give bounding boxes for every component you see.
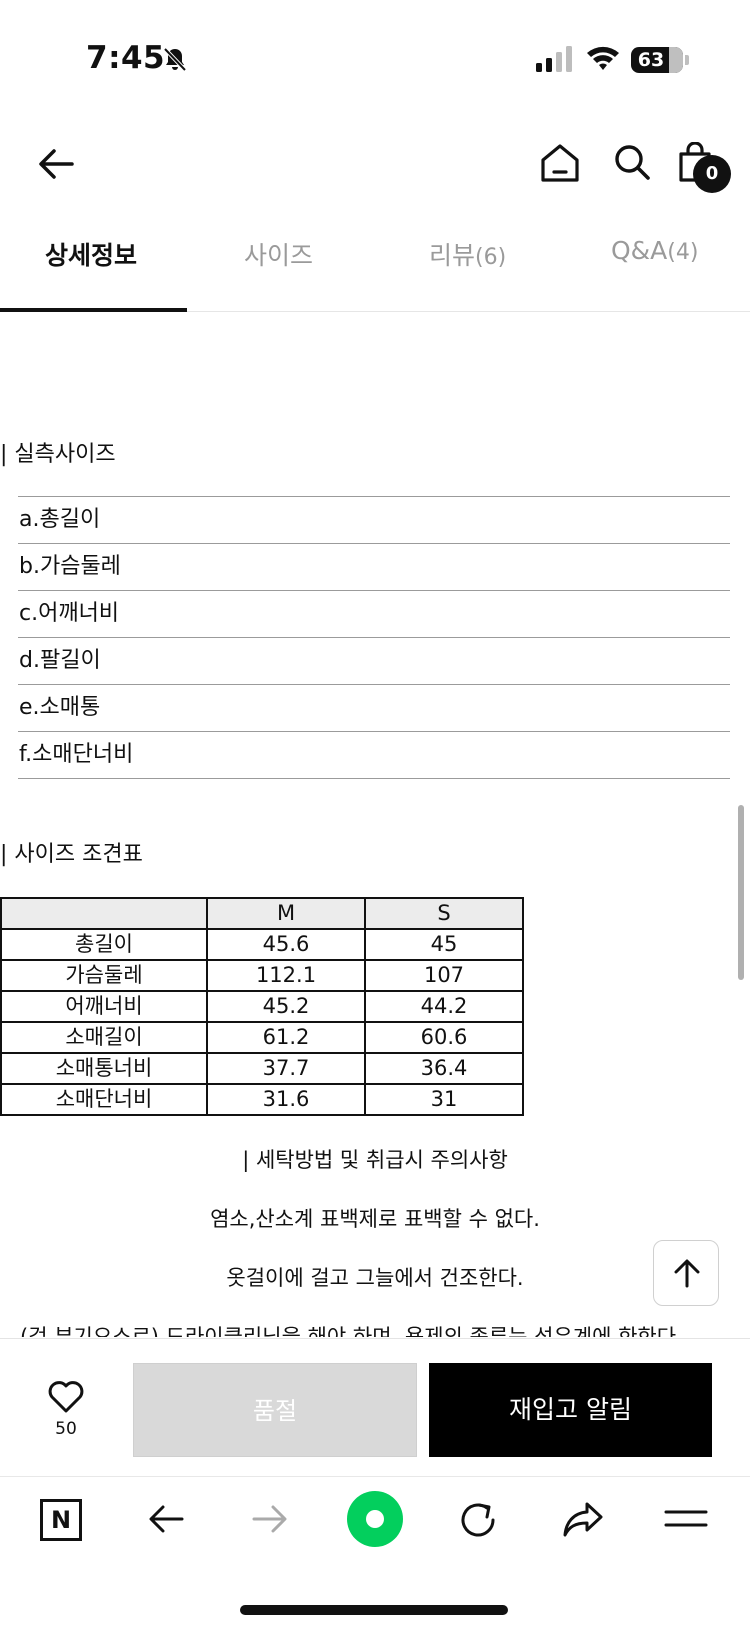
tab-label: Q&A — [611, 236, 668, 265]
list-item: e.소매통 — [18, 685, 730, 732]
wifi-icon — [587, 46, 619, 70]
table-row: 소매통너비 37.7 36.4 — [0, 1052, 524, 1085]
size-table-title: | 사이즈 조견표 — [0, 842, 143, 867]
table-row: 소매길이 61.2 60.6 — [0, 1021, 524, 1054]
home-icon[interactable] — [539, 142, 581, 184]
size-table: M S 총길이 45.6 45 가슴둘레 112.1 107 어깨너비 45.2… — [0, 897, 524, 1116]
arrow-up-icon — [674, 1259, 700, 1288]
refresh-icon[interactable] — [457, 1499, 499, 1541]
table-cell: 112.1 — [206, 959, 366, 992]
soldout-button[interactable]: 품절 — [133, 1363, 417, 1457]
detail-tabs: 상세정보 사이즈 리뷰(6) Q&A(4) — [0, 222, 750, 312]
tab-label: 상세정보 — [45, 241, 138, 270]
table-row: 가슴둘레 112.1 107 — [0, 959, 524, 992]
forward-arrow-icon[interactable] — [250, 1499, 290, 1539]
table-cell: 소매통너비 — [0, 1052, 208, 1085]
active-tab-indicator — [0, 308, 187, 312]
back-arrow-icon[interactable] — [146, 1499, 186, 1539]
table-cell: 어깨너비 — [0, 990, 208, 1023]
care-line: 염소,산소계 표백제로 표백할 수 없다. — [210, 1207, 540, 1231]
table-cell: 107 — [364, 959, 524, 992]
table-cell: 44.2 — [364, 990, 524, 1023]
table-cell: 총길이 — [0, 928, 208, 961]
list-item: a.총길이 — [18, 497, 730, 544]
table-cell: 45.2 — [206, 990, 366, 1023]
naver-n-button[interactable]: N — [40, 1499, 82, 1541]
browser-toolbar: N — [0, 1476, 750, 1630]
care-line: 옷걸이에 걸고 그늘에서 건조한다. — [226, 1266, 524, 1290]
share-icon[interactable] — [561, 1499, 605, 1539]
heart-icon[interactable] — [48, 1381, 84, 1413]
table-header-row: M S — [0, 897, 524, 930]
table-header-cell: M — [206, 897, 366, 930]
bell-muted-icon — [163, 47, 187, 72]
scrollbar[interactable] — [738, 805, 744, 980]
purchase-action-bar: 50 품절 재입고 알림 — [0, 1338, 750, 1476]
list-item: d.팔길이 — [18, 638, 730, 685]
measurements-title: | 실측사이즈 — [0, 442, 116, 467]
table-header-cell — [0, 897, 208, 930]
restock-alert-button[interactable]: 재입고 알림 — [429, 1363, 712, 1457]
care-line-partial: (겉 부기요소로) 드라이클리닝을 해야 하며, 용제의 종류는 석유계에 한한… — [0, 1315, 750, 1337]
list-item: c.어깨너비 — [18, 591, 730, 638]
table-row: 어깨너비 45.2 44.2 — [0, 990, 524, 1023]
list-item: f.소매단너비 — [18, 732, 730, 779]
status-bar: 7:45 63 — [0, 0, 750, 120]
tab-size[interactable]: 사이즈 — [244, 236, 313, 272]
cart-count-badge: 0 — [693, 155, 731, 193]
signal-icon — [536, 46, 572, 72]
table-cell: 소매길이 — [0, 1021, 208, 1054]
battery-icon: 63 — [631, 47, 683, 73]
tab-count: (6) — [475, 245, 507, 270]
table-cell: 가슴둘레 — [0, 959, 208, 992]
table-cell: 31 — [364, 1083, 524, 1116]
tab-review[interactable]: 리뷰(6) — [429, 236, 506, 272]
tab-count: (4) — [667, 240, 699, 265]
scroll-to-top-button[interactable] — [653, 1240, 719, 1306]
table-cell: 36.4 — [364, 1052, 524, 1085]
table-cell: 소매단너비 — [0, 1083, 208, 1116]
table-cell: 60.6 — [364, 1021, 524, 1054]
back-arrow-icon[interactable] — [36, 146, 76, 182]
table-cell: 45 — [364, 928, 524, 961]
tab-detail-info[interactable]: 상세정보 — [45, 236, 137, 272]
care-title: | 세탁방법 및 취급시 주의사항 — [242, 1148, 508, 1172]
table-cell: 31.6 — [206, 1083, 366, 1116]
status-time: 7:45 — [86, 40, 166, 76]
menu-icon[interactable] — [664, 1499, 708, 1539]
battery-level: 63 — [637, 49, 665, 71]
table-cell: 45.6 — [206, 928, 366, 961]
table-row: 소매단너비 31.6 31 — [0, 1083, 524, 1116]
table-cell: 37.7 — [206, 1052, 366, 1085]
table-cell: 61.2 — [206, 1021, 366, 1054]
green-dot-icon[interactable] — [347, 1491, 403, 1547]
tab-qna[interactable]: Q&A(4) — [611, 236, 698, 265]
list-item: b.가슴둘레 — [18, 544, 730, 591]
tab-label: 리뷰 — [429, 241, 476, 270]
table-row: 총길이 45.6 45 — [0, 928, 524, 961]
care-line: (겉 부기요소로) 드라이클리닝을 해야 하며, 용제의 종류는 석유계에 한한… — [20, 1325, 677, 1337]
search-icon[interactable] — [612, 142, 652, 182]
home-indicator — [240, 1605, 508, 1615]
like-count: 50 — [55, 1419, 77, 1439]
table-header-cell: S — [364, 897, 524, 930]
tab-label: 사이즈 — [244, 241, 314, 270]
measurements-list: a.총길이 b.가슴둘레 c.어깨너비 d.팔길이 e.소매통 f.소매단너비 — [18, 496, 730, 779]
app-header: 0 — [0, 130, 750, 200]
